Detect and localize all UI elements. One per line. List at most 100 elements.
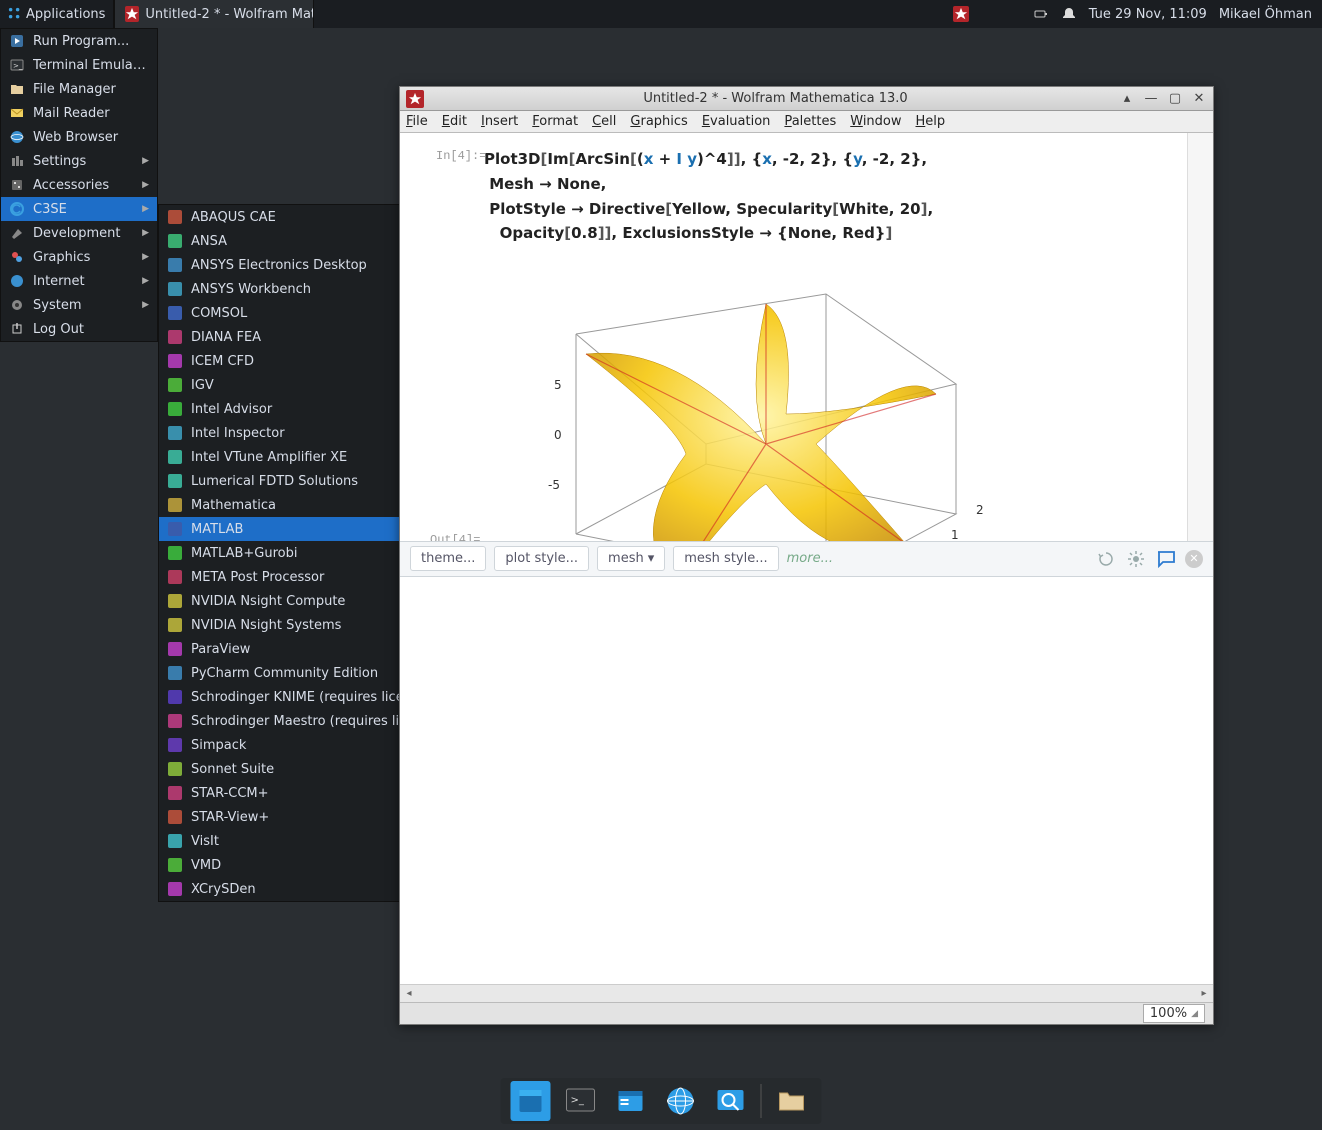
icem-icon [167,353,183,369]
dock-show-desktop[interactable] [511,1081,551,1121]
submenu-item-lumerical-fdtd-solutions[interactable]: Lumerical FDTD Solutions [159,469,433,493]
code-cell[interactable]: Plot3D[Im[ArcSin[(x + I y)^4]], {x, -2, … [484,147,1181,246]
zoom-selector[interactable]: 100% ◢ [1143,1004,1205,1023]
menubar-graphics[interactable]: Graphics [630,114,687,129]
submenu-item-sonnet-suite[interactable]: Sonnet Suite [159,757,433,781]
submenu-item-diana-fea[interactable]: DIANA FEA [159,325,433,349]
submenu-item-star-ccm-[interactable]: STAR-CCM+ [159,781,433,805]
menubar-insert[interactable]: Insert [481,114,518,129]
svg-text:2: 2 [976,503,984,517]
submenu-item-igv[interactable]: IGV [159,373,433,397]
minimize-button[interactable]: — [1143,91,1159,107]
submenu-item-nvidia-nsight-systems[interactable]: NVIDIA Nsight Systems [159,613,433,637]
suggestion-mesh-style[interactable]: mesh style... [673,546,778,571]
system-icon [9,297,25,313]
main-menu-item-internet[interactable]: Internet▶ [1,269,157,293]
submenu-item-intel-inspector[interactable]: Intel Inspector [159,421,433,445]
dock-search[interactable] [711,1081,751,1121]
submenu-item-intel-advisor[interactable]: Intel Advisor [159,397,433,421]
dock-web-browser[interactable] [661,1081,701,1121]
dock-folder[interactable] [772,1081,812,1121]
submenu-item-pycharm-community-edition[interactable]: PyCharm Community Edition [159,661,433,685]
menubar-evaluation[interactable]: Evaluation [702,114,771,129]
main-menu-item-system[interactable]: System▶ [1,293,157,317]
submenu-item-ansa[interactable]: ANSA [159,229,433,253]
taskbar-task-mathematica[interactable]: Untitled-2 * - Wolfram Mat… [114,0,314,28]
suggestion-mesh[interactable]: mesh ▾ [597,546,665,571]
cell-bracket-column[interactable] [1187,133,1213,541]
suggestion-more[interactable]: more... [787,551,833,566]
ansa-icon [167,233,183,249]
submenu-item-vmd[interactable]: VMD [159,853,433,877]
main-menu-item-file-manager[interactable]: File Manager [1,77,157,101]
menubar-palettes[interactable]: Palettes [784,114,836,129]
battery-icon[interactable] [1033,6,1049,22]
mathematica-tray-icon[interactable] [953,6,969,22]
submenu-item-star-view-[interactable]: STAR-View+ [159,805,433,829]
main-menu-item-web-browser[interactable]: Web Browser [1,125,157,149]
maximize-button[interactable]: ▢ [1167,91,1183,107]
main-menu-item-development[interactable]: Development▶ [1,221,157,245]
chat-icon[interactable] [1155,548,1177,570]
submenu-item-intel-vtune-amplifier-xe[interactable]: Intel VTune Amplifier XE [159,445,433,469]
submenu-item-nvidia-nsight-compute[interactable]: NVIDIA Nsight Compute [159,589,433,613]
titlebar[interactable]: Untitled-2 * - Wolfram Mathematica 13.0 … [400,87,1213,111]
main-menu-item-c3se[interactable]: C3SE▶ [1,197,157,221]
submenu-item-xcrysden[interactable]: XCrySDen [159,877,433,901]
scroll-left-icon[interactable]: ◂ [400,985,418,1003]
submenu-item-label: XCrySDen [191,882,425,897]
submenu-item-ansys-workbench[interactable]: ANSYS Workbench [159,277,433,301]
applications-button[interactable]: Applications [0,0,113,28]
plot3d-output[interactable]: 5 0 -5 -2 -1 0 1 2 -2 -1 0 1 2 [476,254,1181,541]
main-menu-item-graphics[interactable]: Graphics ▶ [1,245,157,269]
submenu-item-label: VisIt [191,834,425,849]
rollup-button[interactable]: ▴ [1119,91,1135,107]
submenu-item-matlab[interactable]: MATLAB [159,517,433,541]
menubar-window[interactable]: Window [850,114,901,129]
ansys-ed-icon [167,257,183,273]
submenu-item-paraview[interactable]: ParaView [159,637,433,661]
menu-item-label: Graphics [33,250,134,265]
main-menu-item-settings[interactable]: Settings▶ [1,149,157,173]
scroll-right-icon[interactable]: ▸ [1195,985,1213,1003]
starview-icon [167,809,183,825]
notebook-content[interactable]: In[4]:= Plot3D[Im[ArcSin[(x + I y)^4]], … [400,133,1187,541]
main-menu-item-log-out[interactable]: Log Out [1,317,157,341]
submenu-item-schrodinger-maestro-requires-license-[interactable]: Schrodinger Maestro (requires license) [159,709,433,733]
submenu-item-visit[interactable]: VisIt [159,829,433,853]
menubar-cell[interactable]: Cell [592,114,616,129]
submenu-item-meta-post-processor[interactable]: META Post Processor [159,565,433,589]
username[interactable]: Mikael Öhman [1219,7,1312,22]
main-menu-item-run-program-[interactable]: Run Program... [1,29,157,53]
notebook-blank-area[interactable] [400,577,1213,985]
gear-burst-icon[interactable] [1125,548,1147,570]
submenu-item-ansys-electronics-desktop[interactable]: ANSYS Electronics Desktop [159,253,433,277]
main-menu-item-mail-reader[interactable]: Mail Reader [1,101,157,125]
menu-item-label: Web Browser [33,130,149,145]
horizontal-scrollbar[interactable]: ◂ ▸ [400,984,1213,1002]
dock-terminal[interactable]: >_ [561,1081,601,1121]
submenu-item-abaqus-cae[interactable]: ABAQUS CAE [159,205,433,229]
replay-icon[interactable] [1095,548,1117,570]
menubar-file[interactable]: File [406,114,428,129]
suggestion-close-icon[interactable]: ✕ [1185,550,1203,568]
submenu-item-mathematica[interactable]: Mathematica [159,493,433,517]
menubar-help[interactable]: Help [916,114,946,129]
submenu-arrow-icon: ▶ [142,252,149,262]
dock-file-manager[interactable] [611,1081,651,1121]
submenu-item-simpack[interactable]: Simpack [159,733,433,757]
main-menu-item-terminal-emulator[interactable]: >_Terminal Emulator [1,53,157,77]
close-button[interactable]: ✕ [1191,91,1207,107]
suggestion-theme[interactable]: theme... [410,546,486,571]
submenu-item-icem-cfd[interactable]: ICEM CFD [159,349,433,373]
suggestion-plot-style[interactable]: plot style... [494,546,589,571]
notifications-icon[interactable] [1061,6,1077,22]
submenu-item-comsol[interactable]: COMSOL [159,301,433,325]
main-menu-item-accessories[interactable]: Accessories▶ [1,173,157,197]
menubar-format[interactable]: Format [532,114,578,129]
clock[interactable]: Tue 29 Nov, 11:09 [1089,7,1207,22]
submenu-item-matlab-gurobi[interactable]: MATLAB+Gurobi [159,541,433,565]
submenu-item-label: COMSOL [191,306,425,321]
menubar-edit[interactable]: Edit [442,114,467,129]
submenu-item-schrodinger-knime-requires-license-[interactable]: Schrodinger KNIME (requires license) [159,685,433,709]
